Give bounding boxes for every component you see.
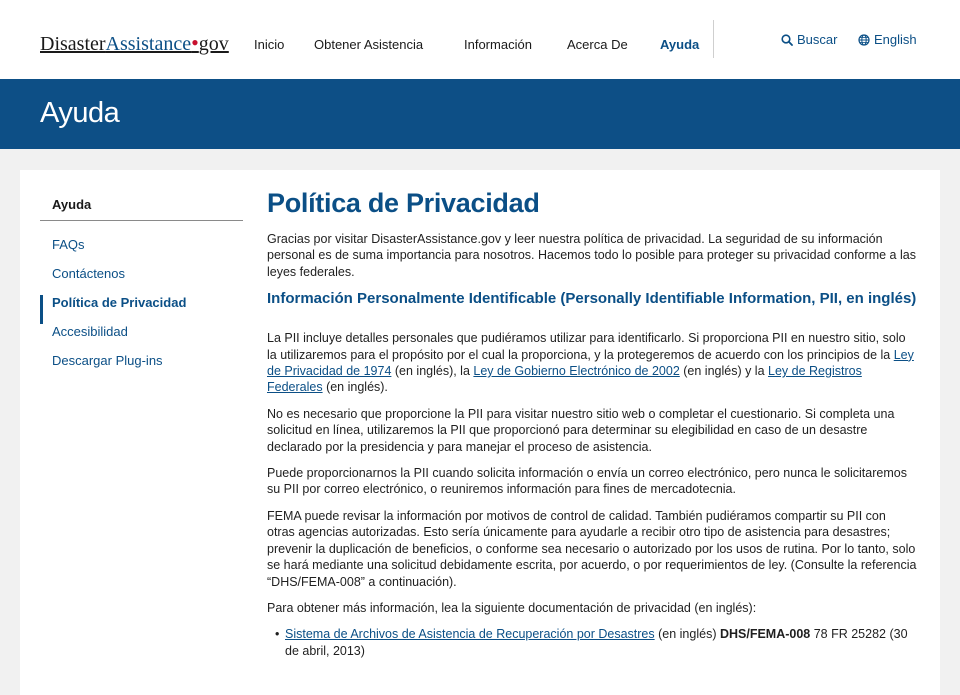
nav-item-informacion[interactable]: Información: [464, 37, 532, 52]
intro-paragraph: Gracias por visitar DisasterAssistance.g…: [267, 232, 916, 279]
list-item-text-1: (en inglés): [654, 627, 720, 642]
sidebar-link-descargar-plugins[interactable]: Descargar Plug-ins: [52, 353, 163, 368]
sidebar-link-politica-privacidad[interactable]: Política de Privacidad: [52, 295, 186, 310]
sidebar-link-contactenos[interactable]: Contáctenos: [52, 266, 125, 281]
sidebar: Ayuda FAQs Contáctenos Política de Priva…: [40, 197, 243, 382]
sidebar-item-faqs: FAQs: [40, 237, 243, 266]
pii-text-1: La PII incluye detalles personales que p…: [267, 331, 906, 362]
link-ley-gobierno-electronico-2002[interactable]: Ley de Gobierno Electrónico de 2002: [473, 364, 679, 378]
list-item: • Sistema de Archivos de Asistencia de Re…: [275, 626, 917, 659]
site-header: DisasterAssistance•gov Inicio Obtener As…: [0, 0, 960, 79]
pii-paragraph-4: FEMA puede revisar la información por mo…: [267, 508, 917, 589]
nav-item-ayuda[interactable]: Ayuda: [660, 37, 699, 52]
search-link[interactable]: Buscar: [781, 32, 837, 47]
privacy-docs-list: • Sistema de Archivos de Asistencia de Re…: [275, 626, 917, 659]
nav-divider: [713, 20, 714, 58]
nav-item-obtener-asistencia[interactable]: Obtener Asistencia: [314, 37, 423, 52]
list-item-reference: DHS/FEMA-008: [719, 627, 811, 642]
link-sistema-archivos[interactable]: Sistema de Archivos de Asistencia de Rec…: [285, 627, 655, 641]
sidebar-item-accesibilidad: Accesibilidad: [40, 324, 243, 353]
search-icon: [781, 32, 797, 47]
section-title-pii: Información Personalmente Identificable …: [267, 290, 917, 308]
nav-item-acerca-de[interactable]: Acerca De: [567, 37, 628, 52]
language-label: English: [874, 32, 917, 47]
page-banner: Ayuda: [0, 79, 960, 149]
pii-text-4: (en inglés).: [322, 380, 388, 395]
logo-part-assistance: Assistance: [105, 33, 192, 55]
sidebar-item-contactenos: Contáctenos: [40, 266, 243, 295]
page-title: Política de Privacidad: [267, 188, 540, 218]
logo-dot: •: [191, 30, 199, 55]
sidebar-item-descargar-plugins: Descargar Plug-ins: [40, 353, 243, 382]
sidebar-link-accesibilidad[interactable]: Accesibilidad: [52, 324, 128, 339]
logo-part-gov: gov: [198, 33, 229, 55]
search-label: Buscar: [797, 32, 838, 47]
site-logo[interactable]: DisasterAssistance•gov: [40, 30, 229, 56]
globe-icon: [858, 32, 874, 47]
nav-item-inicio[interactable]: Inicio: [254, 37, 284, 52]
sidebar-menu: FAQs Contáctenos Política de Privacidad …: [40, 237, 243, 382]
pii-paragraph-2: No es necesario que proporcione la PII p…: [267, 406, 895, 454]
pii-paragraph-1: La PII incluye detalles personales que p…: [267, 330, 917, 396]
pii-paragraph-3: Puede proporcionarnos la PII cuando soli…: [267, 466, 907, 497]
pii-paragraph-5: Para obtener más información, lea la sig…: [267, 600, 757, 615]
language-toggle[interactable]: English: [858, 32, 917, 47]
sidebar-item-politica-privacidad: Política de Privacidad: [40, 295, 243, 324]
sidebar-title: Ayuda: [40, 197, 243, 221]
banner-title: Ayuda: [40, 97, 120, 129]
logo-part-disaster: Disaster: [40, 33, 106, 55]
sidebar-link-faqs[interactable]: FAQs: [52, 237, 85, 252]
main-content: Política de Privacidad Gracias por visit…: [267, 188, 917, 659]
pii-text-3: (en inglés) y la: [679, 364, 769, 379]
pii-text-2: (en inglés), la: [391, 364, 474, 379]
list-bullet: •: [275, 627, 280, 642]
